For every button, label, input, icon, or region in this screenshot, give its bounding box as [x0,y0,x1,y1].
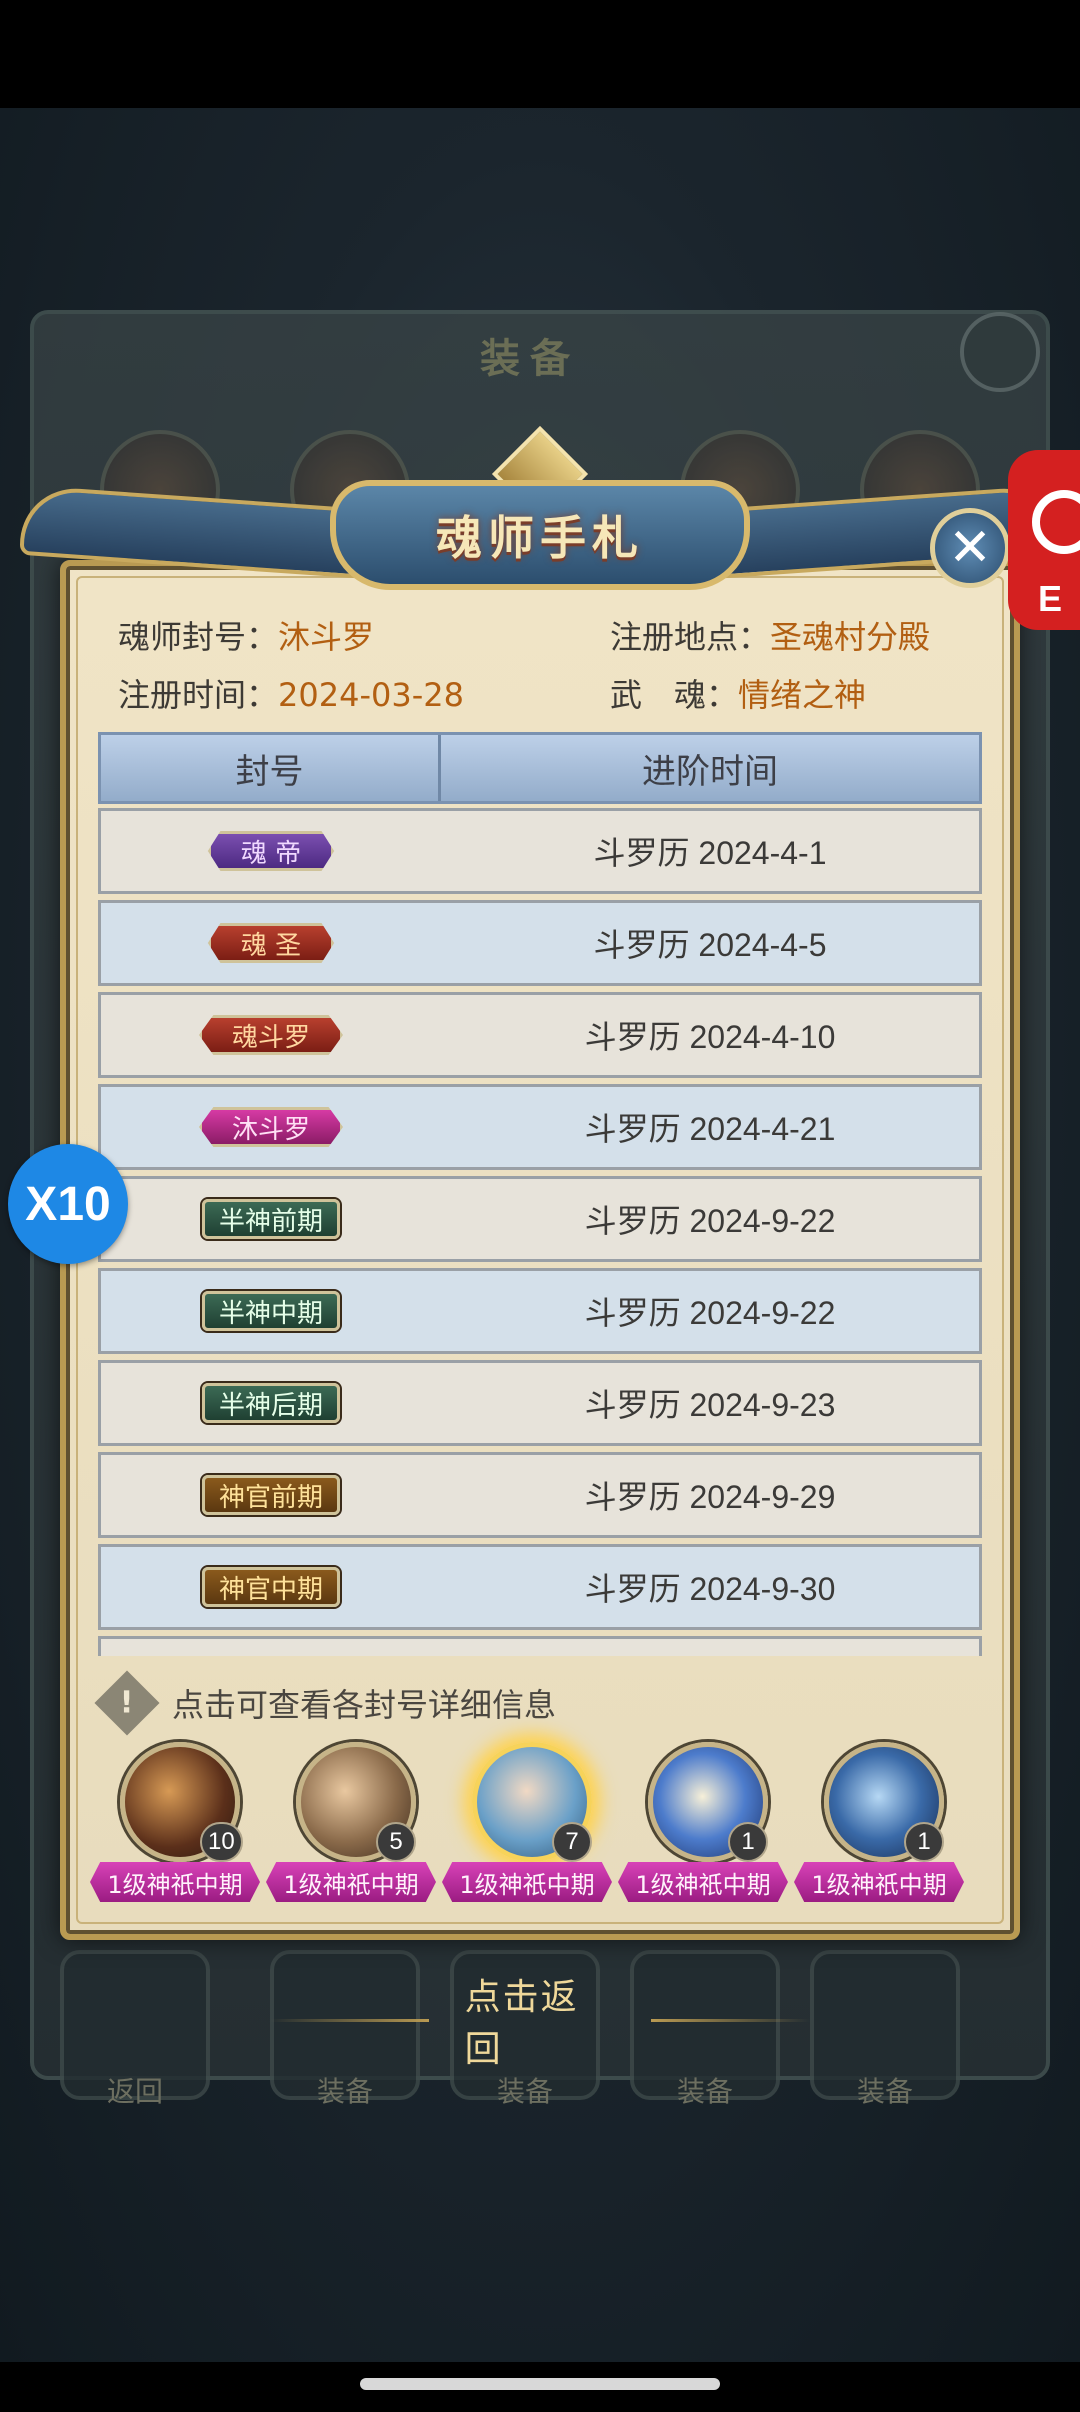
header-title-column: 封号 [101,735,441,801]
badge-cell: 神官中期 [101,1567,441,1607]
info-title-label: 魂师封号： [118,618,279,656]
side-app-label: E [1038,578,1063,619]
table-row[interactable]: 沐斗罗 斗罗历 2024-4-21 [98,1084,982,1170]
badge-cell: 半神后期 [101,1383,441,1423]
table-row-partial[interactable] [98,1636,982,1656]
return-button[interactable]: 点击返回 [270,1977,810,2070]
title-badge[interactable]: 魂 帝 [207,831,335,871]
exclamation-icon: ! [94,1670,160,1736]
table-row[interactable]: 魂斗罗 斗罗历 2024-4-10 [98,992,982,1078]
hero-rank-tag: 1级神祇中期 [90,1862,260,1902]
close-icon: ✕ [948,518,992,578]
title-badge[interactable]: 半神前期 [201,1199,340,1239]
dialog-title: 魂师手札 [436,511,644,565]
background-slot-label: 装备 [316,2075,373,2108]
title-badge[interactable]: 魂斗罗 [198,1015,343,1055]
home-indicator[interactable] [360,2378,720,2390]
table-row[interactable]: 魂 帝 斗罗历 2024-4-1 [98,808,982,894]
info-soul-label: 武 魂： [610,676,739,714]
badge-cell: 沐斗罗 [101,1107,441,1147]
table-row[interactable]: 神官前期 斗罗历 2024-9-29 [98,1452,982,1538]
info-title-value: 沐斗罗 [278,618,375,656]
side-app-shortcut[interactable]: E [1008,450,1080,630]
advance-date: 斗罗历 2024-4-5 [593,927,827,963]
hero-count: 1 [728,1822,768,1862]
badge-cell: 半神前期 [101,1199,441,1239]
advance-date: 斗罗历 2024-9-22 [584,1203,836,1239]
title-badge[interactable]: 沐斗罗 [198,1107,343,1147]
close-button[interactable]: ✕ [930,508,1010,588]
info-reg-place-value: 圣魂村分殿 [770,618,931,656]
advance-date: 斗罗历 2024-4-10 [584,1019,836,1055]
return-label[interactable]: 点击返回 [465,1968,616,2072]
advance-date: 斗罗历 2024-4-1 [593,835,827,871]
hero-rank-tag: 1级神祇中期 [618,1862,788,1902]
background-panel-title: 装备 [480,336,580,382]
info-reg-time-label: 注册时间： [118,676,279,714]
return-divider-right [651,2018,810,2022]
info-reg-place-label: 注册地点： [610,618,771,656]
background-slot-label: 返回 [106,2075,163,2108]
info-soul: 武 魂：情绪之神 [610,670,866,716]
hint: ! 点击可查看各封号详细信息 [94,1670,557,1736]
info-reg-time-value: 2024-03-28 [278,676,464,714]
header-time-column: 进阶时间 [642,751,778,792]
hero-card[interactable]: 10 1级神祇中期 [90,1742,260,1902]
hero-card[interactable]: 1 1级神祇中期 [618,1742,788,1902]
title-table-rows[interactable]: 魂 帝 斗罗历 2024-4-1 魂 圣 斗罗历 2024-4-5 魂斗罗 斗罗… [98,808,982,1656]
info-soul-value: 情绪之神 [738,676,867,714]
badge-cell: 半神中期 [101,1291,441,1331]
hero-card-selected[interactable]: 7 1级神祇中期 [442,1742,612,1902]
dialog-title-plate: 魂师手札 [330,480,750,590]
badge-cell: 魂 圣 [101,923,441,963]
table-row[interactable]: 神官中期 斗罗历 2024-9-30 [98,1544,982,1630]
table-row[interactable]: 半神前期 斗罗历 2024-9-22 [98,1176,982,1262]
info-reg-time: 注册时间：2024-03-28 [118,670,464,716]
advance-date: 斗罗历 2024-9-29 [584,1479,836,1515]
badge-cell: 神官前期 [101,1475,441,1515]
advance-date: 斗罗历 2024-4-21 [584,1111,836,1147]
speed-multiplier-button[interactable]: X10 [8,1144,128,1264]
hero-rank-tag: 1级神祇中期 [266,1862,436,1902]
status-bar [0,0,1080,108]
info-reg-place: 注册地点：圣魂村分殿 [610,612,930,658]
hero-count: 10 [200,1822,243,1862]
hero-count: 1 [904,1822,944,1862]
advance-date: 斗罗历 2024-9-22 [584,1295,836,1331]
table-row[interactable]: 半神后期 斗罗历 2024-9-23 [98,1360,982,1446]
hero-count: 5 [376,1822,416,1862]
title-table-header: 封号 进阶时间 [98,732,982,804]
background-slot-label: 装备 [856,2075,913,2108]
background-slot-label: 装备 [676,2075,733,2108]
background-slot-label: 装备 [496,2075,553,2108]
badge-cell: 魂斗罗 [101,1015,441,1055]
advance-date: 斗罗历 2024-9-23 [584,1387,836,1423]
title-badge[interactable]: 神官前期 [201,1475,340,1515]
badge-cell: 魂 帝 [101,831,441,871]
title-badge[interactable]: 神官中期 [201,1567,340,1607]
hero-card[interactable]: 5 1级神祇中期 [266,1742,436,1902]
info-title: 魂师封号：沐斗罗 [118,612,374,658]
hint-text: 点击可查看各封号详细信息 [172,1686,557,1724]
hero-count: 7 [552,1822,592,1862]
return-divider-left [270,2018,429,2022]
hero-rank-tag: 1级神祇中期 [794,1862,964,1902]
title-badge[interactable]: 魂 圣 [207,923,335,963]
table-row[interactable]: 半神中期 斗罗历 2024-9-22 [98,1268,982,1354]
title-badge[interactable]: 半神中期 [201,1291,340,1331]
hero-card[interactable]: 1 1级神祇中期 [794,1742,964,1902]
app-logo-icon [1032,490,1080,554]
background-close-icon [960,312,1040,392]
title-badge[interactable]: 半神后期 [201,1383,340,1423]
hero-rank-tag: 1级神祇中期 [442,1862,612,1902]
table-row[interactable]: 魂 圣 斗罗历 2024-4-5 [98,900,982,986]
advance-date: 斗罗历 2024-9-30 [584,1571,836,1607]
